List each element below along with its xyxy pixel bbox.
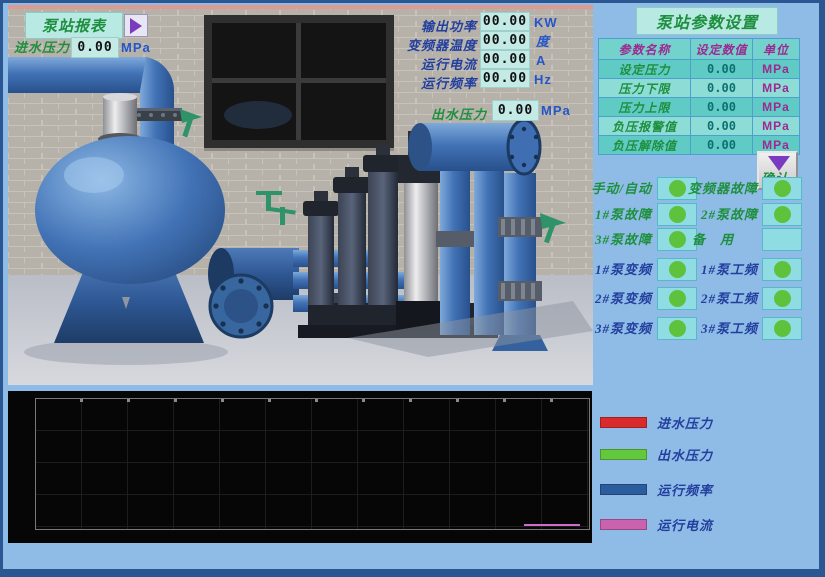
lamp-pump2-fault (762, 203, 802, 226)
run-current-unit: A (536, 54, 546, 67)
pump-room-scene: 泵站报表 进水压力 0.00 MPa 输出功率 00.00 KW 变频器温度 0… (8, 5, 593, 385)
status-label-spare: 备 用 (678, 228, 748, 249)
settings-title-text: 泵站参数设置 (656, 9, 758, 33)
header-set-value: 设定数值 (691, 39, 753, 59)
output-power-label: 输出功率 (393, 16, 477, 35)
legend-label-outlet: 出水压力 (657, 445, 713, 464)
lamp-bulb (774, 206, 791, 223)
run-current-label: 运行电流 (393, 54, 477, 73)
output-power-unit: KW (534, 16, 558, 29)
legend-label-frequency: 运行频率 (657, 480, 713, 499)
outlet-pressure-label: 出水压力 (403, 104, 487, 123)
frame-top (0, 0, 825, 3)
lamp-bulb (774, 290, 791, 307)
param-value[interactable]: 0.00 (691, 117, 753, 135)
legend-swatch-outlet (600, 449, 647, 460)
lamp-bulb (774, 231, 791, 248)
pump-unit-1 (303, 191, 339, 305)
lamp-pump3-mains (762, 317, 802, 340)
window (204, 15, 394, 151)
header-unit: 单位 (753, 39, 799, 59)
inlet-pressure-unit: MPa (121, 41, 151, 54)
param-unit: MPa (753, 79, 799, 97)
param-value[interactable]: 0.00 (691, 98, 753, 116)
param-name: 压力下限 (599, 79, 691, 97)
param-name: 压力上限 (599, 98, 691, 116)
lamp-bulb (774, 261, 791, 278)
lamp-spare (762, 228, 802, 251)
status-label-pump3-vfd: 3#泵变频 (580, 317, 652, 338)
pump-unit-3 (363, 145, 403, 305)
outlet-pressure-value: 0.00 (492, 100, 539, 121)
table-row: 负压报警值 0.00 MPa (599, 117, 799, 136)
status-label-vfd-fault: 变频器故障 (678, 177, 758, 198)
status-label-manual-auto: 手动/自动 (580, 177, 652, 198)
status-label-pump1-vfd: 1#泵变频 (580, 258, 652, 279)
status-label-pump2-fault: 2#泵故障 (678, 203, 758, 224)
run-freq-label: 运行频率 (393, 73, 477, 92)
table-row: 设定压力 0.00 MPa (599, 60, 799, 79)
vfd-temp-unit: 度 (536, 35, 550, 48)
param-name: 设定压力 (599, 60, 691, 78)
param-name: 负压报警值 (599, 117, 691, 135)
output-power-value: 00.00 (480, 12, 530, 31)
trend-chart (8, 391, 592, 543)
ceiling-trim (8, 5, 593, 9)
vfd-temp-value: 00.00 (480, 31, 530, 50)
run-freq-unit: Hz (534, 73, 552, 86)
run-freq-value: 00.00 (480, 69, 530, 88)
pump-unit-2 (333, 167, 371, 305)
frame-right (819, 0, 825, 577)
vfd-temp-label: 变频器温度 (393, 35, 477, 54)
play-triangle-icon (130, 18, 142, 34)
axis-ticks (36, 399, 589, 402)
pump-station-hmi: 泵站报表 进水压力 0.00 MPa 输出功率 00.00 KW 变频器温度 0… (0, 0, 825, 577)
header-param-name: 参数名称 (599, 39, 691, 59)
legend-swatch-current (600, 519, 647, 530)
trend-plot-area (35, 398, 590, 530)
lamp-bulb (774, 180, 791, 197)
param-value[interactable]: 0.00 (691, 79, 753, 97)
param-unit: MPa (753, 117, 799, 135)
status-label-pump1-mains: 1#泵工频 (678, 258, 758, 279)
current-trace (524, 524, 580, 526)
param-unit: MPa (753, 60, 799, 78)
table-row: 压力下限 0.00 MPa (599, 79, 799, 98)
inlet-pressure-value: 0.00 (71, 37, 119, 58)
legend-label-current: 运行电流 (657, 515, 713, 534)
frame-left (0, 0, 3, 577)
table-row: 压力上限 0.00 MPa (599, 98, 799, 117)
status-label-pump3-mains: 3#泵工频 (678, 317, 758, 338)
param-unit: MPa (753, 98, 799, 116)
param-value[interactable]: 0.00 (691, 60, 753, 78)
status-label-pump1-fault: 1#泵故障 (580, 203, 652, 224)
run-current-value: 00.00 (480, 50, 530, 69)
lamp-pump2-mains (762, 287, 802, 310)
parameter-table: 参数名称 设定数值 单位 设定压力 0.00 MPa 压力下限 0.00 MPa… (598, 38, 800, 155)
legend-label-inlet: 进水压力 (657, 413, 713, 432)
status-label-pump2-mains: 2#泵工频 (678, 287, 758, 308)
report-button[interactable]: 泵站报表 (25, 12, 123, 39)
lamp-pump1-mains (762, 258, 802, 281)
inlet-pressure-label: 进水压力 (14, 41, 70, 54)
parameter-table-header: 参数名称 设定数值 单位 (599, 39, 799, 60)
frame-bottom (0, 569, 825, 577)
report-open-button[interactable] (124, 14, 148, 37)
settings-panel-title: 泵站参数设置 (636, 7, 778, 35)
param-value[interactable]: 0.00 (691, 136, 753, 154)
legend-swatch-frequency (600, 484, 647, 495)
status-label-pump2-vfd: 2#泵变频 (580, 287, 652, 308)
legend-swatch-inlet (600, 417, 647, 428)
report-button-label: 泵站报表 (42, 15, 106, 36)
outlet-pressure-unit: MPa (541, 104, 571, 117)
lamp-bulb (774, 320, 791, 337)
param-name: 负压解除值 (599, 136, 691, 154)
status-label-pump3-fault: 3#泵故障 (580, 228, 652, 249)
lamp-vfd-fault (762, 177, 802, 200)
